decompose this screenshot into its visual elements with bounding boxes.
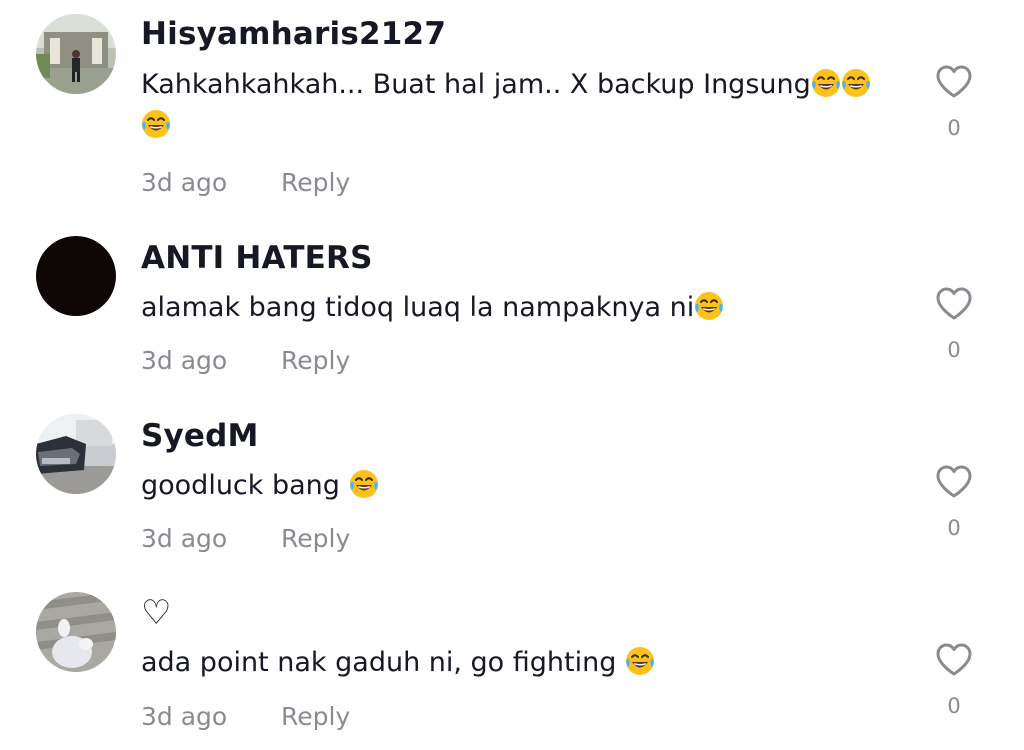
heart-icon[interactable] bbox=[934, 640, 974, 680]
reply-button[interactable]: Reply bbox=[281, 524, 350, 553]
comment-username[interactable]: Hisyamharis2127 bbox=[141, 16, 446, 52]
comment-text-content: goodluck bang bbox=[141, 470, 349, 501]
comment-timestamp: 3d ago bbox=[141, 702, 228, 731]
face-with-tears-of-joy-emoji bbox=[694, 291, 725, 321]
reply-button[interactable]: Reply bbox=[281, 346, 350, 375]
comment-text: ada point nak gaduh ni, go fighting bbox=[141, 642, 901, 683]
avatar-image bbox=[36, 414, 116, 494]
heart-icon[interactable] bbox=[934, 462, 974, 502]
like-count: 0 bbox=[947, 694, 961, 718]
comment-timestamp: 3d ago bbox=[141, 168, 228, 197]
heart-icon[interactable] bbox=[934, 62, 974, 102]
like-count: 0 bbox=[947, 516, 961, 540]
face-with-tears-of-joy-emoji bbox=[840, 68, 871, 98]
heart-icon[interactable] bbox=[934, 284, 974, 324]
comment-username[interactable]: ANTI HATERS bbox=[141, 240, 373, 276]
avatar[interactable] bbox=[36, 414, 116, 494]
avatar[interactable] bbox=[36, 592, 116, 672]
comment-text-content: Kahkahkahkah... Buat hal jam.. X backup … bbox=[141, 69, 811, 100]
reply-button[interactable]: Reply bbox=[281, 168, 350, 197]
face-with-tears-of-joy-emoji bbox=[348, 469, 379, 499]
reply-button[interactable]: Reply bbox=[281, 702, 350, 731]
comment-timestamp: 3d ago bbox=[141, 346, 228, 375]
comment-text-content: alamak bang tidoq luaq la nampaknya ni bbox=[141, 292, 695, 323]
comment-username[interactable]: ♡ bbox=[141, 593, 172, 633]
like-count: 0 bbox=[947, 116, 961, 140]
comment-list: Hisyamharis2127 Kahkahkahkah... Buat hal… bbox=[0, 0, 1024, 750]
face-with-tears-of-joy-emoji bbox=[624, 646, 655, 676]
comment-timestamp: 3d ago bbox=[141, 524, 228, 553]
comment-text-content: ada point nak gaduh ni, go fighting bbox=[141, 647, 625, 678]
like-count: 0 bbox=[947, 338, 961, 362]
comment-username[interactable]: SyedM bbox=[141, 418, 259, 454]
avatar-image bbox=[36, 592, 116, 672]
comment-text: alamak bang tidoq luaq la nampaknya ni bbox=[141, 287, 901, 328]
avatar[interactable] bbox=[36, 14, 116, 94]
comment-text: goodluck bang bbox=[141, 465, 901, 506]
avatar-image bbox=[36, 236, 116, 316]
face-with-tears-of-joy-emoji bbox=[141, 109, 171, 139]
avatar-image bbox=[36, 14, 116, 94]
comment-text: Kahkahkahkah... Buat hal jam.. X backup … bbox=[141, 64, 901, 146]
face-with-tears-of-joy-emoji bbox=[810, 68, 841, 98]
avatar[interactable] bbox=[36, 236, 116, 316]
